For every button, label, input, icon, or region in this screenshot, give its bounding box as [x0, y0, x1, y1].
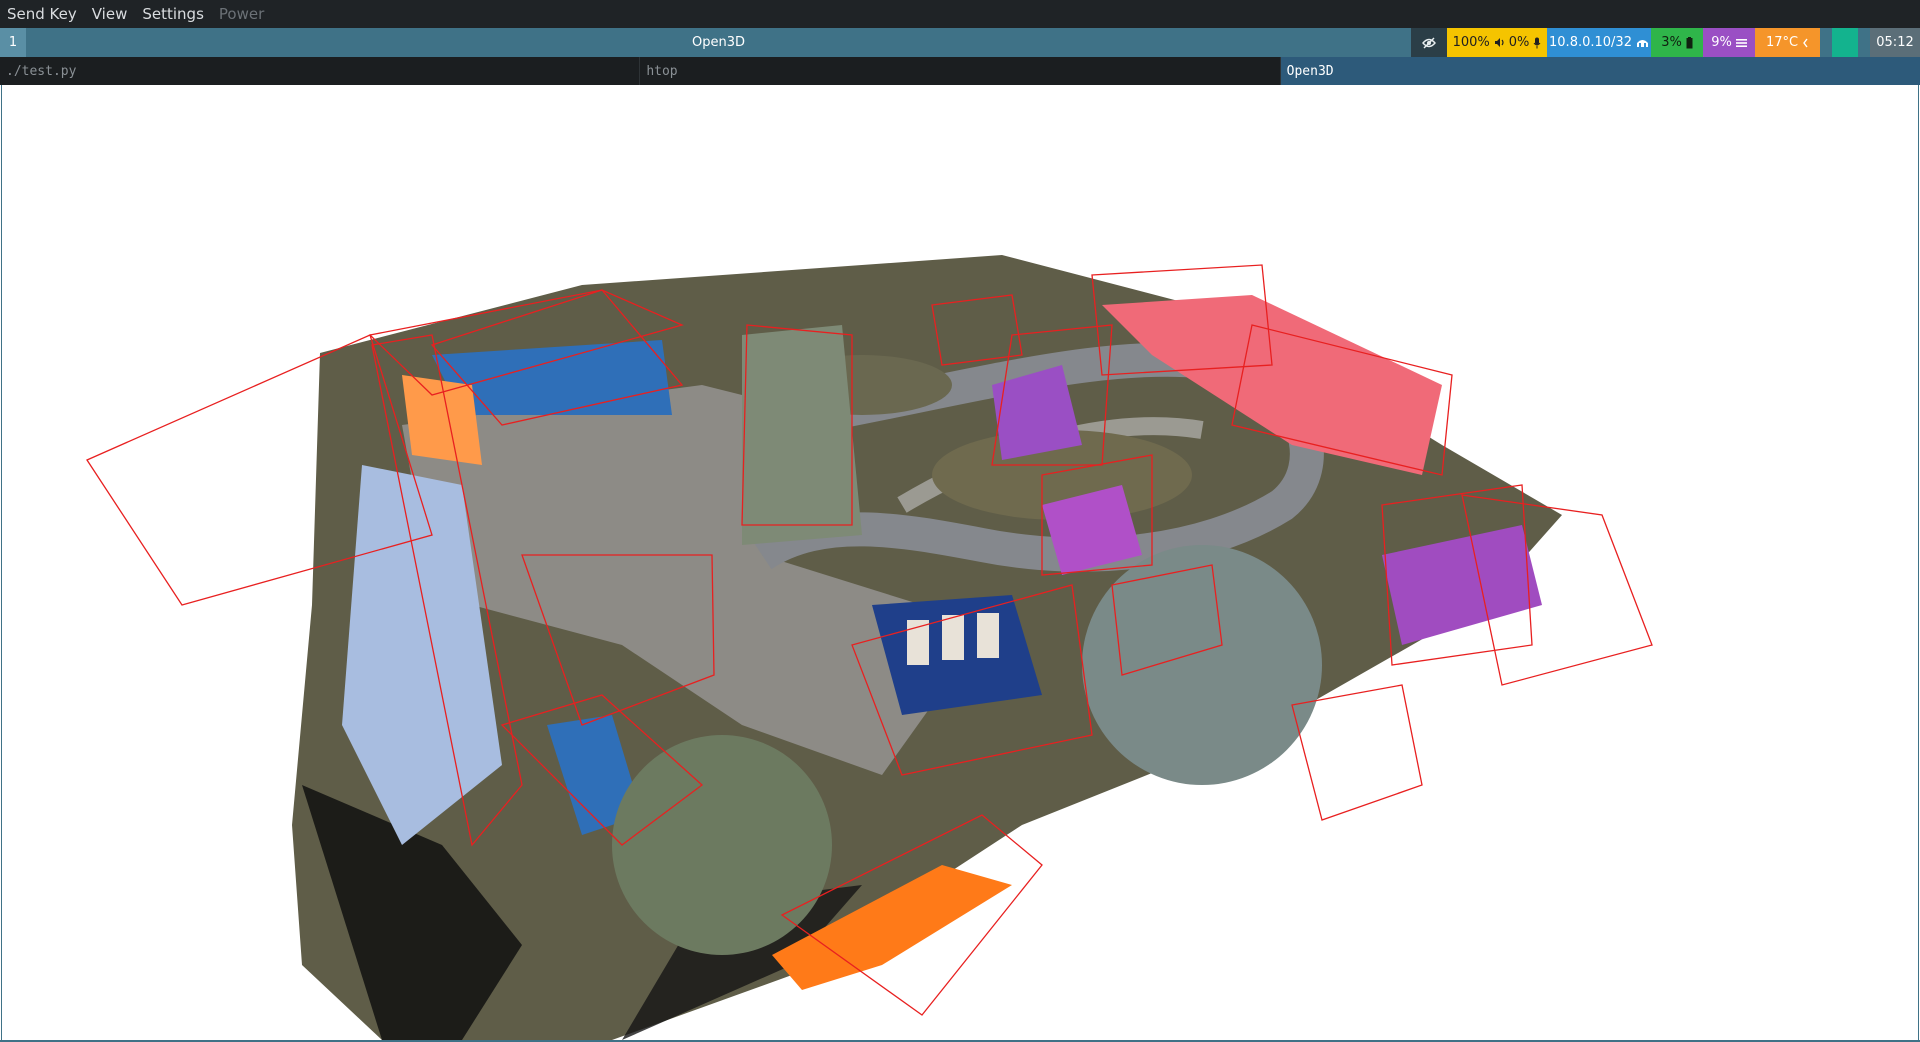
chevron-left-icon — [1803, 38, 1808, 47]
status-spacer — [1820, 28, 1832, 57]
tree-canopy — [612, 735, 832, 955]
window-title: Open3D — [691, 35, 745, 50]
status-spacer-2 — [1858, 28, 1870, 57]
cpu-block[interactable]: 9% — [1703, 28, 1755, 57]
menubar: Send Key View Settings Power — [0, 0, 1920, 28]
privacy-block[interactable] — [1411, 28, 1447, 57]
microphone-icon — [1533, 37, 1541, 48]
menu-settings[interactable]: Settings — [135, 0, 212, 28]
network-address: 10.8.0.10/32 — [1549, 35, 1632, 50]
tab-htop[interactable]: htop — [640, 57, 1281, 85]
network-block[interactable]: 10.8.0.10/32 — [1547, 28, 1651, 57]
tab-open3d[interactable]: Open3D — [1280, 57, 1920, 85]
memory-block[interactable]: 3% — [1651, 28, 1703, 57]
audio-block[interactable]: 100% 0% — [1447, 28, 1547, 57]
memory-usage: 3% — [1661, 35, 1682, 50]
tab-bar: ./test.py htop Open3D — [0, 57, 1920, 85]
mic-level: 0% — [1508, 35, 1530, 50]
temperature-block[interactable]: 17°C — [1755, 28, 1820, 57]
point-cloud-scene[interactable] — [2, 85, 1918, 1040]
bench — [977, 613, 999, 658]
cpu-bars-icon — [1735, 38, 1747, 47]
workspace-button[interactable]: 1 — [0, 28, 26, 57]
menu-power: Power — [218, 5, 265, 23]
network-icon — [1636, 40, 1648, 47]
status-indicator[interactable] — [1832, 28, 1858, 57]
menu-send-key[interactable]: Send Key — [0, 0, 85, 28]
memory-icon — [1686, 36, 1693, 48]
volume-level: 100% — [1452, 35, 1490, 50]
cpu-usage: 9% — [1711, 35, 1732, 50]
speaker-icon — [1494, 38, 1504, 47]
eye-slash-icon — [1422, 37, 1436, 48]
tab-test-py[interactable]: ./test.py — [0, 57, 641, 85]
clock[interactable]: 05:12 — [1870, 28, 1920, 57]
tree-canopy — [1082, 545, 1322, 785]
open3d-viewport[interactable] — [1, 85, 1919, 1040]
status-bar: 1 Open3D 100% 0% 10.8.0.10/32 3% 9% 17°C… — [0, 28, 1920, 57]
segment-mixed-tree — [742, 325, 862, 545]
bench — [942, 615, 964, 660]
temperature-value: 17°C — [1765, 35, 1799, 50]
menu-view[interactable]: View — [85, 0, 136, 28]
